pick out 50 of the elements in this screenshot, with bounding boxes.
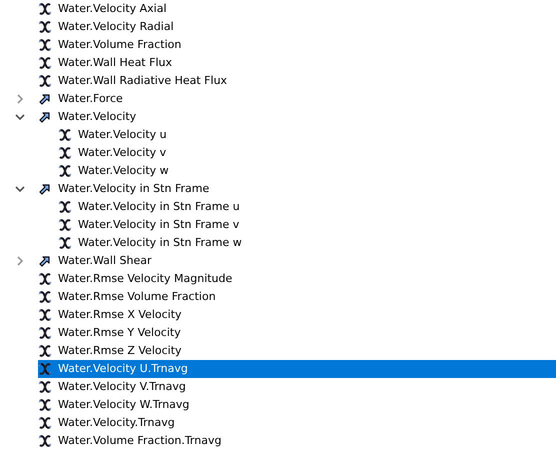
scalar-field-icon [38,20,52,34]
tree-item[interactable]: Water.Force [38,90,556,108]
vector-arrow-icon [38,92,52,106]
tree-item[interactable]: Water.Velocity [38,108,556,126]
tree-item[interactable]: Water.Velocity in Stn Frame v [58,216,556,234]
tree-item[interactable]: Water.Velocity W.Trnavg [38,396,556,414]
tree-item[interactable]: Water.Velocity V.Trnavg [38,378,556,396]
scalar-field-icon [38,308,52,322]
scalar-field-icon [38,2,52,16]
tree-item[interactable]: Water.Velocity U.Trnavg [38,360,556,378]
scalar-field-icon [38,380,52,394]
scalar-field-icon [38,344,52,358]
tree-item[interactable]: Water.Wall Heat Flux [38,54,556,72]
tree-item[interactable]: Water.Rmse Z Velocity [38,342,556,360]
tree-item[interactable]: Water.Volume Fraction [38,36,556,54]
scalar-field-icon [38,326,52,340]
tree-item[interactable]: Water.Velocity in Stn Frame [38,180,556,198]
scalar-field-icon [38,290,52,304]
scalar-field-icon [38,416,52,430]
scalar-field-icon [58,128,72,142]
scalar-field-icon [38,398,52,412]
scalar-field-icon [58,164,72,178]
scalar-field-icon [58,236,72,250]
tree-item[interactable]: Water.Velocity w [58,162,556,180]
tree-item[interactable]: Water.Rmse X Velocity [38,306,556,324]
tree-item[interactable]: Water.Wall Shear [38,252,556,270]
tree-item[interactable]: Water.Velocity in Stn Frame u [58,198,556,216]
scalar-field-icon [38,38,52,52]
scalar-field-icon [38,272,52,286]
scalar-field-icon [38,362,52,376]
tree-item[interactable]: Water.Wall Radiative Heat Flux [38,72,556,90]
tree-item[interactable]: Water.Velocity v [58,144,556,162]
tree-item[interactable]: Water.Velocity Axial [38,0,556,18]
scalar-field-icon [38,56,52,70]
scalar-field-icon [58,146,72,160]
tree-item[interactable]: Water.Velocity u [58,126,556,144]
tree-item[interactable]: Water.Rmse Velocity Magnitude [38,270,556,288]
scalar-field-icon [38,74,52,88]
tree-item[interactable]: Water.Velocity Radial [38,18,556,36]
scalar-field-icon [58,218,72,232]
tree-item[interactable]: Water.Velocity in Stn Frame w [58,234,556,252]
scalar-field-icon [38,434,52,448]
tree-item[interactable]: Water.Volume Fraction.Trnavg [38,432,556,450]
scalar-field-icon [58,200,72,214]
tree-item[interactable]: Water.Rmse Volume Fraction [38,288,556,306]
vector-arrow-icon [38,254,52,268]
vector-arrow-icon [38,182,52,196]
vector-arrow-icon [38,110,52,124]
tree-item[interactable]: Water.Velocity.Trnavg [38,414,556,432]
tree-item[interactable]: Water.Rmse Y Velocity [38,324,556,342]
